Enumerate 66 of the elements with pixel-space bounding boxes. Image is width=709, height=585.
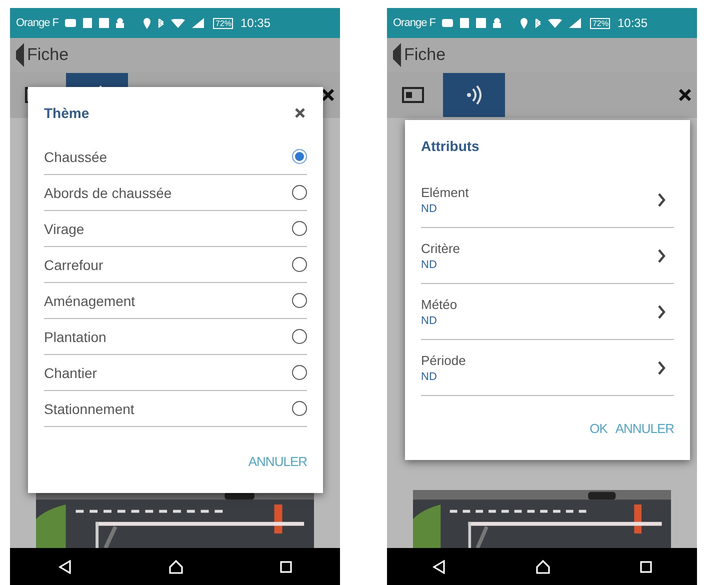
signal-icon — [192, 18, 204, 28]
app-icon — [83, 18, 92, 28]
theme-option[interactable]: Abords de chaussée — [44, 175, 307, 211]
radio-button[interactable] — [292, 365, 307, 380]
clock: 10:35 — [617, 16, 648, 30]
signal-tab[interactable] — [443, 73, 505, 117]
back-icon[interactable] — [58, 560, 72, 574]
carrier-name: Orange F — [393, 17, 436, 29]
radio-button[interactable] — [292, 185, 307, 200]
recents-icon[interactable] — [640, 560, 652, 572]
radio-button[interactable] — [292, 293, 307, 308]
radio-button[interactable] — [292, 149, 307, 164]
radio-button[interactable] — [292, 401, 307, 416]
android-icon — [493, 18, 502, 28]
attribute-value: ND — [421, 314, 438, 326]
radio-button[interactable] — [292, 329, 307, 344]
recents-icon[interactable] — [280, 560, 292, 572]
close-icon[interactable] — [322, 89, 334, 101]
home-icon[interactable] — [168, 560, 183, 574]
radio-button[interactable] — [292, 221, 307, 236]
location-icon — [520, 18, 528, 28]
theme-option[interactable]: Carrefour — [44, 247, 307, 283]
bluetooth-icon — [535, 18, 542, 28]
battery-level: 72% — [590, 18, 610, 28]
chevron-icon[interactable] — [658, 304, 666, 318]
attribute-label: Météo — [421, 296, 458, 312]
chevron-icon[interactable] — [658, 360, 666, 374]
chevron-icon[interactable] — [658, 192, 666, 206]
attribute-value: ND — [421, 258, 438, 270]
clock: 10:35 — [240, 16, 271, 30]
theme-option[interactable]: Virage — [44, 211, 307, 247]
id-card-icon — [402, 87, 424, 103]
screen-title: Fiche — [27, 45, 69, 65]
theme-option[interactable]: Chantier — [44, 355, 307, 391]
wifi-icon — [548, 18, 562, 28]
close-icon[interactable] — [679, 89, 691, 101]
attribute-value: ND — [421, 202, 438, 214]
theme-option[interactable]: Stationnement — [44, 391, 307, 427]
location-icon — [143, 18, 152, 28]
dialog-title: Thème — [44, 105, 90, 121]
bluetooth-icon — [158, 18, 164, 28]
theme-option[interactable]: Aménagement — [44, 283, 307, 319]
app-icon — [476, 18, 486, 28]
theme-option[interactable]: Chaussée — [44, 139, 307, 175]
wifi-icon — [171, 18, 186, 28]
close-icon[interactable] — [295, 108, 305, 118]
android-icon — [116, 18, 124, 28]
attribute-label: Période — [421, 352, 466, 368]
radio-button[interactable] — [292, 257, 307, 272]
screen-title: Fiche — [404, 45, 446, 65]
app-icon — [460, 18, 470, 28]
attribute-value: ND — [421, 370, 438, 382]
home-icon[interactable] — [536, 560, 550, 574]
signal-icon — [569, 18, 582, 28]
chevron-icon[interactable] — [658, 248, 666, 262]
dialog-title: Attributs — [421, 138, 480, 154]
attribute-label: Elément — [421, 184, 469, 200]
message-icon — [442, 19, 454, 27]
back-icon[interactable] — [432, 560, 446, 574]
attribute-label: Critère — [421, 240, 460, 256]
carrier-name: Orange F — [16, 17, 58, 29]
message-icon — [65, 19, 76, 27]
app-icon — [99, 18, 110, 28]
signal-waves-icon — [466, 84, 482, 106]
battery-level: 72% — [213, 18, 234, 28]
theme-option[interactable]: Plantation — [44, 319, 307, 355]
